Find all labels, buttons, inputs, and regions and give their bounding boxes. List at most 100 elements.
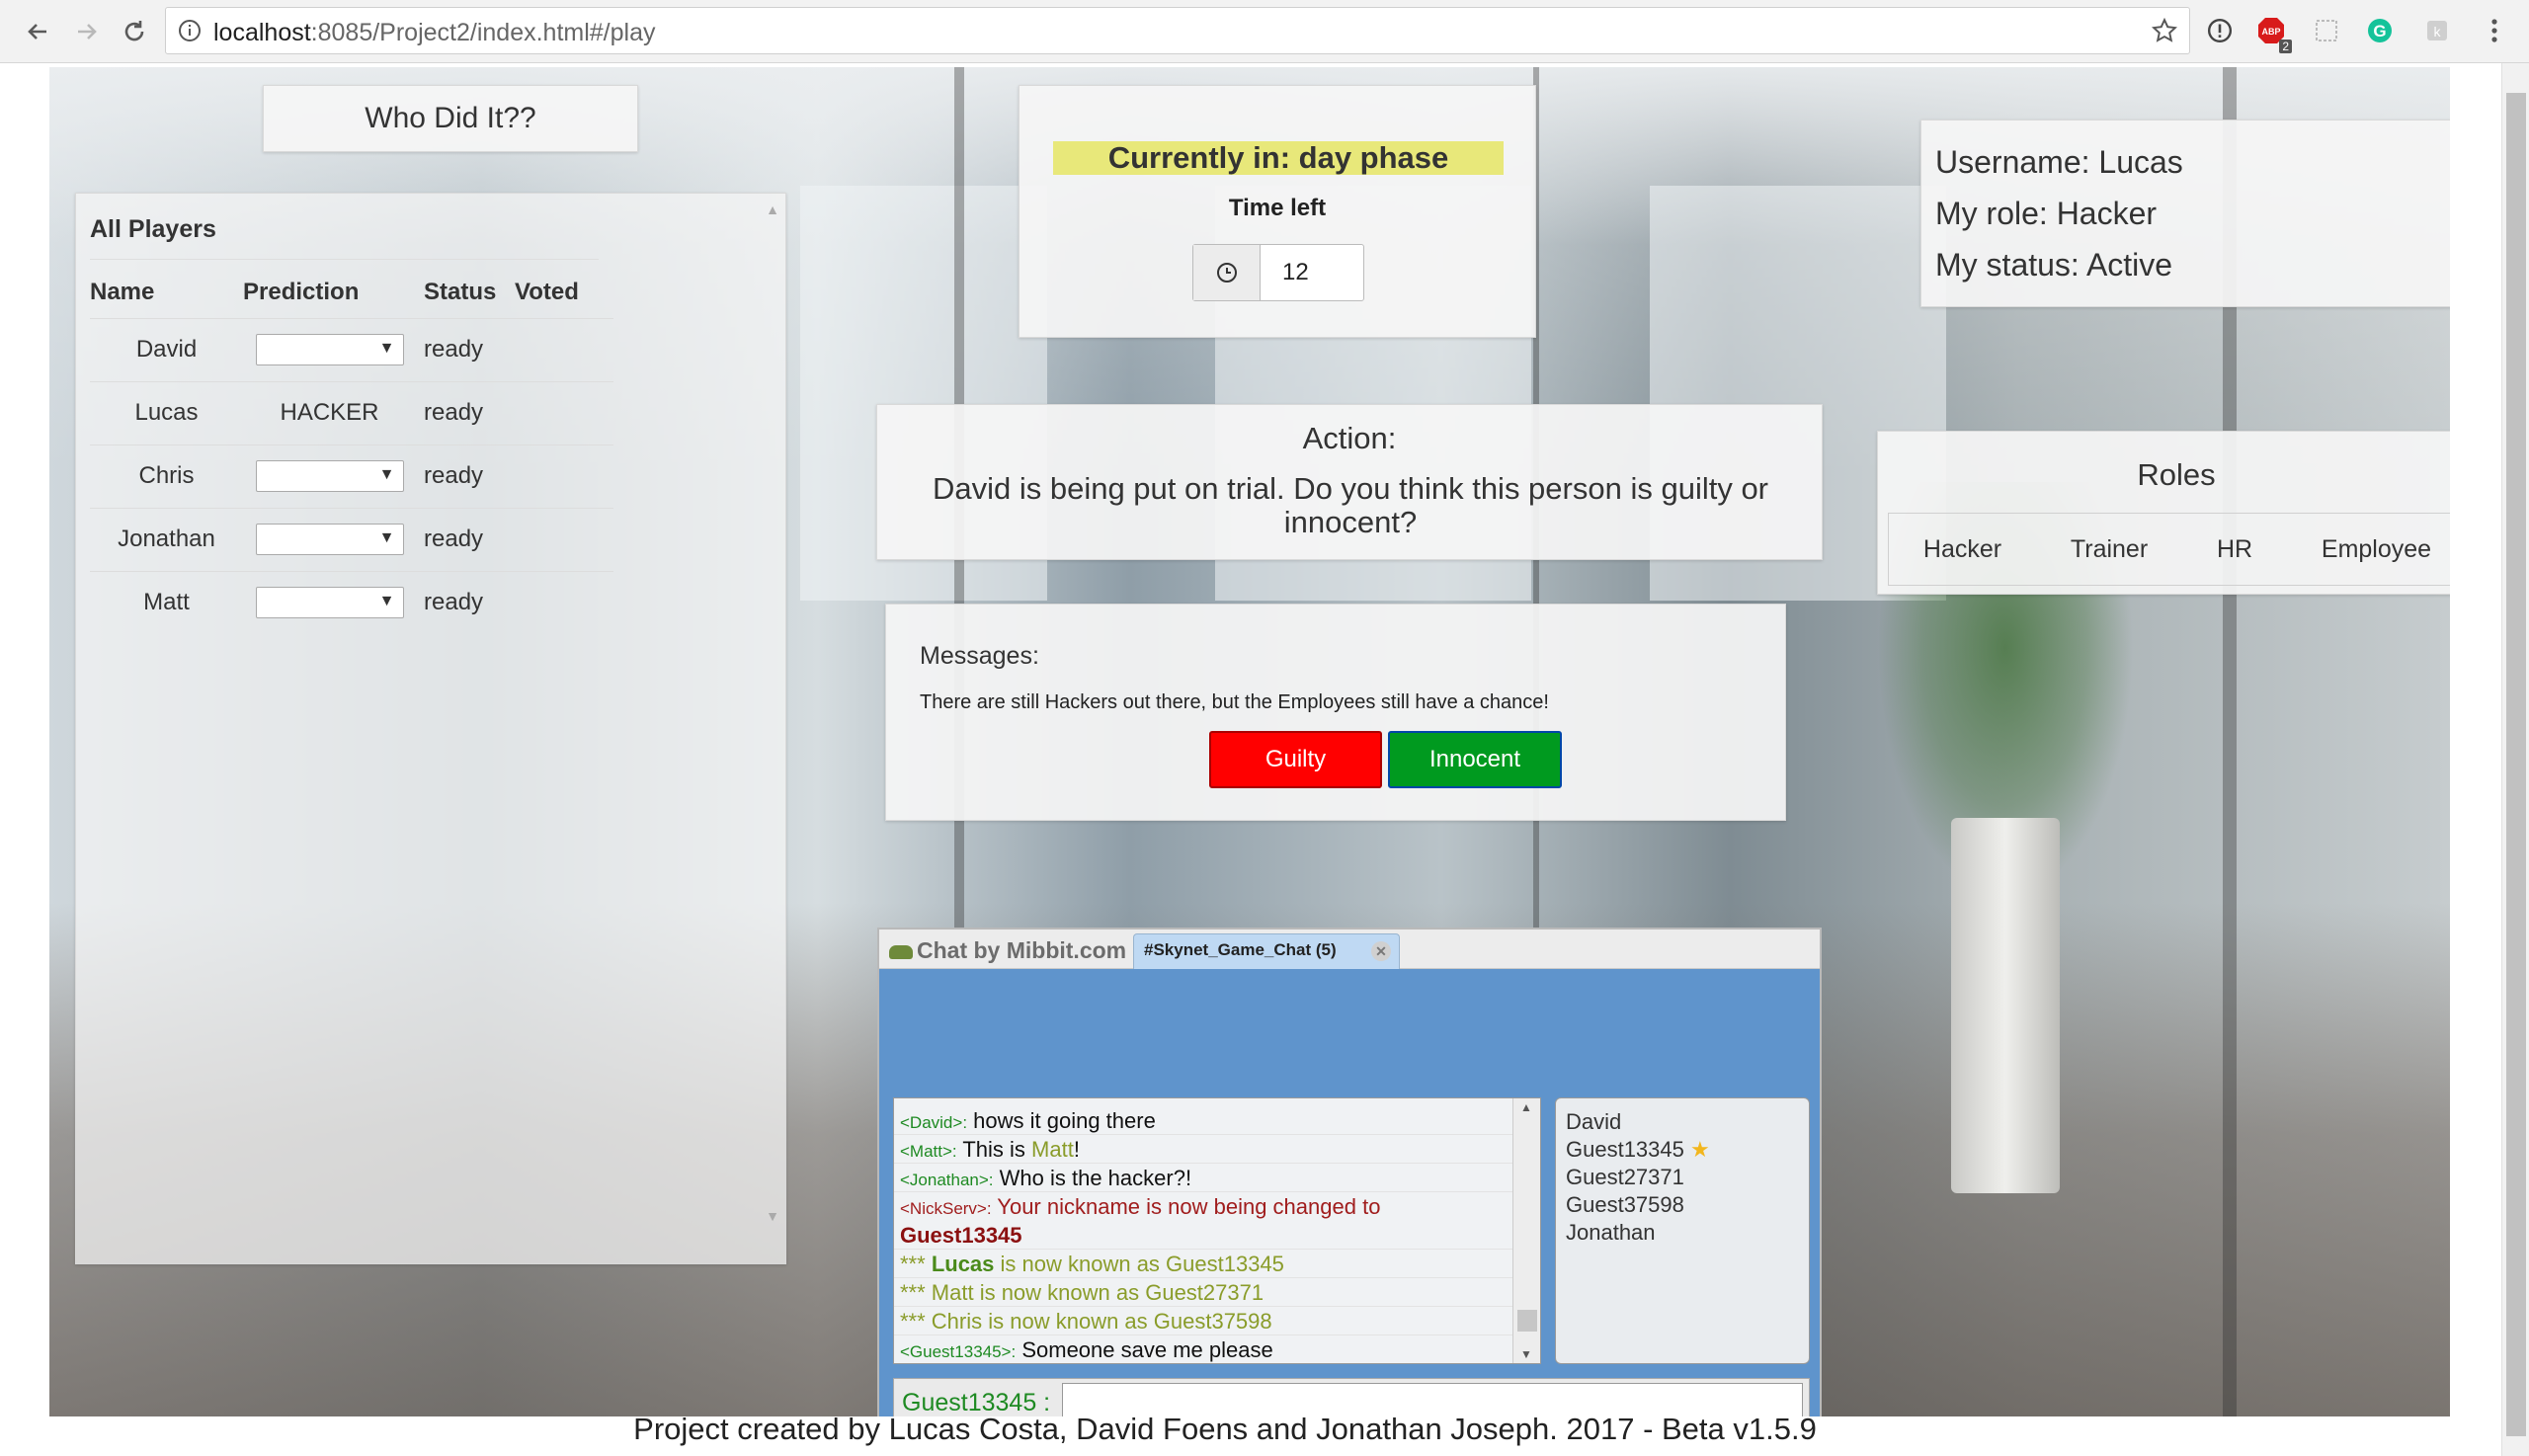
reload-icon[interactable] <box>115 12 154 51</box>
role-employee: Employee <box>2321 534 2432 563</box>
dropdown-arrow-icon: ▼ <box>378 340 395 357</box>
chat-brand[interactable]: Chat by Mibbit.com <box>889 937 1126 964</box>
panel-scroll-down-icon[interactable]: ▼ <box>766 1208 779 1224</box>
chat-user[interactable]: Guest27371 <box>1566 1164 1799 1191</box>
table-row: David ▼ ready <box>90 317 613 381</box>
address-bar[interactable]: localhost:8085/Project2/index.html#/play <box>165 7 2190 54</box>
player-status: ready <box>416 570 515 634</box>
app-title: Who Did It?? <box>263 85 638 152</box>
site-info-icon[interactable] <box>178 19 202 47</box>
chat-line: Guest13345 <box>894 1221 1540 1250</box>
chat-line: <David>: hows it going there <box>894 1106 1540 1135</box>
scroll-up-icon[interactable]: ▲ <box>1520 1100 1532 1114</box>
prediction-select[interactable]: ▼ <box>255 334 404 365</box>
svg-text:ABP: ABP <box>2261 27 2280 37</box>
players-panel: All Players ▲ ▼ Name Prediction Status V… <box>75 193 786 1264</box>
chat-user[interactable]: Guest13345 ★ <box>1566 1136 1799 1164</box>
player-name: Matt <box>90 570 243 634</box>
svg-text:k: k <box>2434 24 2442 40</box>
phase-banner: Currently in: day phase <box>1053 141 1504 175</box>
extension-2-icon[interactable]: k <box>2420 14 2454 47</box>
messages-panel: Messages: There are still Hackers out th… <box>885 604 1786 821</box>
table-row: Lucas HACKER ready <box>90 380 613 445</box>
adblock-icon[interactable]: ABP 2 <box>2254 14 2292 53</box>
players-header: All Players <box>90 215 216 243</box>
grammarly-icon[interactable]: G <box>2363 14 2397 47</box>
mibbit-logo-icon <box>889 944 913 959</box>
url-text: localhost:8085/Project2/index.html#/play <box>213 19 656 46</box>
player-voted <box>515 380 613 445</box>
timer: 12 <box>1192 244 1364 301</box>
info-icon[interactable] <box>2203 14 2237 47</box>
roles-label: Roles <box>2137 457 2216 492</box>
innocent-button[interactable]: Innocent <box>1388 731 1562 788</box>
player-status: ready <box>416 507 515 571</box>
player-voted <box>515 444 613 508</box>
panel-scroll-up-icon[interactable]: ▲ <box>766 202 779 217</box>
table-row: Jonathan ▼ ready <box>90 507 613 571</box>
chat-widget: Chat by Mibbit.com #Skynet_Game_Chat (5)… <box>877 928 1822 1416</box>
phase-panel: Currently in: day phase Time left 12 <box>1019 85 1536 338</box>
player-status: ready <box>416 444 515 508</box>
star-icon: ★ <box>1690 1137 1710 1162</box>
role-hr: HR <box>2216 534 2253 563</box>
player-voted <box>515 507 613 571</box>
forward-icon[interactable] <box>67 12 107 51</box>
chat-line: *** Lucas is now known as Guest13345 <box>894 1250 1540 1278</box>
chat-user[interactable]: Jonathan <box>1566 1219 1799 1247</box>
chat-user-list: David Guest13345 ★ Guest27371 Guest37598… <box>1555 1097 1810 1364</box>
chat-scrollbar-thumb[interactable] <box>1517 1310 1537 1332</box>
chat-tab[interactable]: #Skynet_Game_Chat (5) ✕ <box>1133 933 1400 969</box>
clock-icon <box>1193 245 1261 300</box>
status-text: My status: Active <box>1935 247 2173 283</box>
role-text: My role: Hacker <box>1935 196 2158 231</box>
dropdown-arrow-icon: ▼ <box>378 466 395 483</box>
player-voted <box>515 570 613 634</box>
role-trainer: Trainer <box>2070 534 2149 563</box>
time-left-value: 12 <box>1282 259 1309 285</box>
extension-icon[interactable] <box>2310 14 2343 47</box>
guilty-button[interactable]: Guilty <box>1209 731 1382 788</box>
username-text: Username: Lucas <box>1935 144 2183 180</box>
player-name: Lucas <box>90 380 243 445</box>
col-status: Status <box>424 278 497 305</box>
chat-user[interactable]: Guest37598 <box>1566 1191 1799 1219</box>
player-prediction: HACKER <box>243 380 416 445</box>
action-text: David is being put on trial. Do you thin… <box>932 471 1769 539</box>
chat-tabbar: Chat by Mibbit.com #Skynet_Game_Chat (5)… <box>879 930 1820 969</box>
page-scrollbar[interactable] <box>2501 63 2529 1456</box>
game-stage: Who Did It?? All Players ▲ ▼ Name Predic… <box>49 67 2450 1416</box>
messages-label: Messages: <box>920 642 1039 670</box>
chat-user[interactable]: David <box>1566 1108 1799 1136</box>
chat-line: *** Matt is now known as Guest27371 <box>894 1278 1540 1307</box>
prediction-select[interactable]: ▼ <box>255 460 404 492</box>
player-status: ready <box>416 317 515 381</box>
page-scrollbar-thumb[interactable] <box>2506 93 2526 1436</box>
player-name: Jonathan <box>90 507 243 571</box>
prediction-select[interactable]: ▼ <box>255 524 404 555</box>
action-label: Action: <box>1302 421 1397 455</box>
player-status: ready <box>416 380 515 445</box>
roles-panel: Roles Hacker Trainer HR Employee <box>1877 431 2450 595</box>
players-table: Name Prediction Status Voted David ▼ rea… <box>90 267 613 634</box>
table-row: Matt ▼ ready <box>90 570 613 634</box>
scroll-down-icon[interactable]: ▼ <box>1520 1347 1532 1361</box>
close-icon[interactable]: ✕ <box>1371 941 1391 961</box>
dropdown-arrow-icon: ▼ <box>378 529 395 546</box>
player-voted <box>515 317 613 381</box>
chat-scrollbar[interactable]: ▲ ▼ <box>1512 1098 1540 1363</box>
bookmark-star-icon[interactable] <box>2151 17 2178 48</box>
back-icon[interactable] <box>18 12 57 51</box>
browser-toolbar: localhost:8085/Project2/index.html#/play… <box>0 0 2529 63</box>
prediction-select[interactable]: ▼ <box>255 587 404 619</box>
table-row: Chris ▼ ready <box>90 444 613 508</box>
chat-line: <Guest13345>: Someone save me please <box>894 1335 1540 1363</box>
svg-text:G: G <box>2373 22 2386 40</box>
chat-line: <Jonathan>: Who is the hacker?! <box>894 1164 1540 1192</box>
menu-icon[interactable] <box>2478 14 2511 47</box>
role-hacker: Hacker <box>1922 534 2002 563</box>
col-prediction: Prediction <box>243 278 360 305</box>
chat-line: <Matt>: This is Matt! <box>894 1135 1540 1164</box>
col-voted: Voted <box>515 278 579 305</box>
action-panel: Action: David is being put on trial. Do … <box>876 404 1823 560</box>
